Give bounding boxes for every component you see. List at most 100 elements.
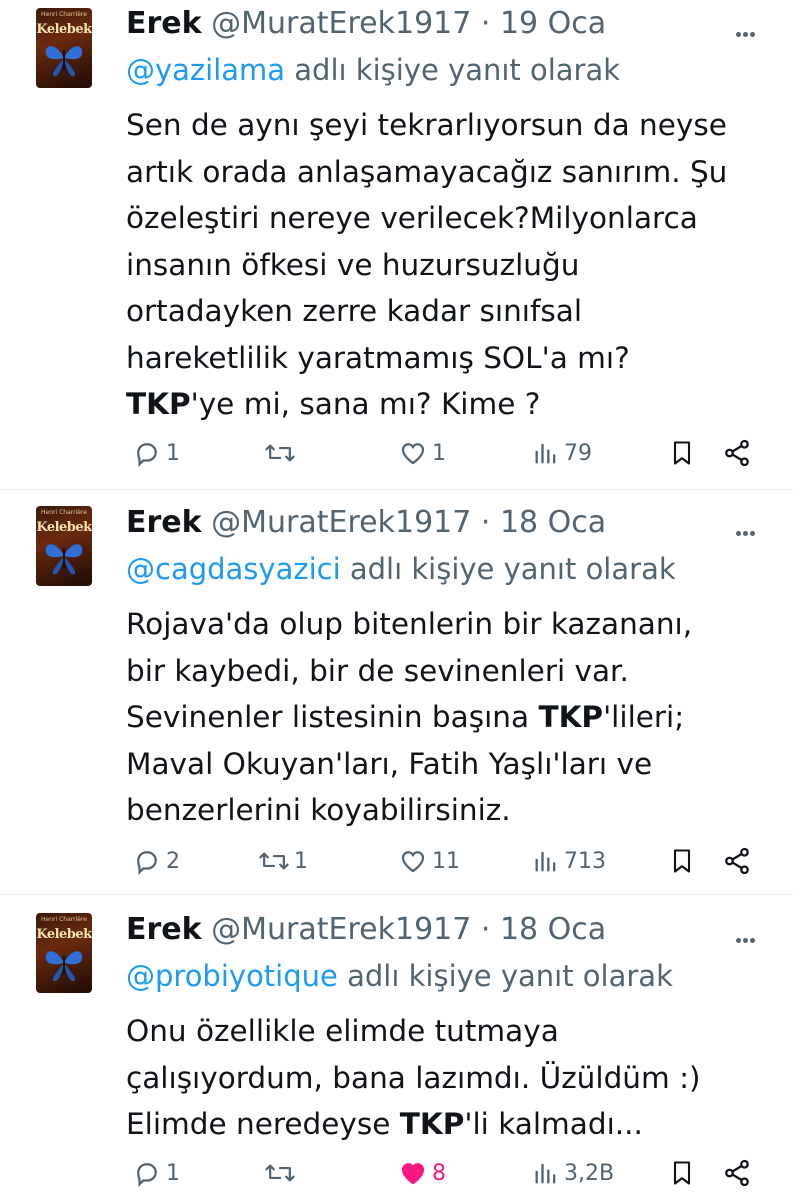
tweet-text-line: insanın öfkesi ve huzursuzluğu (126, 247, 580, 282)
bookmark-icon (673, 441, 691, 465)
tweet-text-line: Onu özellikle elimde tutmaya (126, 1014, 559, 1048)
tweet-text-line: ortadayken zerre kadar sınıfsal (126, 294, 583, 328)
retweet-button[interactable] (264, 1153, 300, 1193)
reply-button[interactable]: 1 (132, 1153, 180, 1193)
author-name[interactable]: Erek (126, 6, 202, 41)
avatar[interactable]: Henri Charrière Kelebek (36, 913, 92, 993)
reply-to-label: adlı kişiye yanıt olarak (340, 552, 676, 586)
views-count: 79 (564, 440, 592, 466)
views-icon (535, 443, 556, 464)
more-icon[interactable] (736, 521, 760, 536)
like-icon (401, 443, 425, 465)
reply-to-label: adlı kişiye yanıt olarak (285, 53, 621, 87)
bookmark-icon (673, 849, 691, 873)
retweet-button[interactable]: 1 (258, 841, 308, 881)
avatar-subtitle: Henri Charrière (41, 916, 87, 923)
bookmark-button[interactable] (668, 1153, 696, 1193)
like-button[interactable]: 1 (398, 433, 446, 473)
tweet[interactable]: Henri Charrière Kelebek Erek @MuratErek1… (0, 894, 793, 1201)
text-segment: 'ye mi, sana mı? Kime ? (190, 387, 541, 421)
reply-button[interactable]: 1 (132, 433, 180, 473)
retweet-icon (259, 852, 289, 870)
tweet-text-line: benzerlerini koyabilirsiniz. (126, 793, 511, 827)
tweet-header: Erek @MuratErek1917 · 18 Oca (126, 503, 606, 543)
views-icon (535, 1163, 556, 1184)
more-icon[interactable] (736, 928, 760, 943)
tweet-actions: 2 1 11 713 (0, 841, 793, 881)
tweet-text-line: Elimde neredeyse TKP'li kalmadı... (126, 1101, 776, 1148)
reply-count: 1 (166, 440, 180, 466)
reply-to-label: adlı kişiye yanıt olarak (337, 959, 673, 993)
avatar-subtitle: Henri Charrière (41, 509, 87, 516)
tweet-text: Rojava'da olup bitenlerin bir kazananı, … (126, 601, 776, 834)
views-count: 3,2B (564, 1160, 615, 1186)
bold-text: TKP (126, 387, 191, 421)
reply-count: 2 (166, 848, 180, 874)
like-count: 11 (432, 848, 460, 874)
tweet-date[interactable]: 18 Oca (500, 912, 606, 947)
tweet-text: Onu özellikle elimde tutmaya çalışıyordu… (126, 1008, 776, 1148)
bookmark-button[interactable] (668, 433, 696, 473)
tweet-header: Erek @MuratErek1917 · 19 Oca (126, 4, 606, 44)
reply-icon (137, 1163, 157, 1187)
tweet-date[interactable]: 19 Oca (500, 6, 606, 41)
reply-to-handle[interactable]: @cagdasyazici (126, 552, 341, 586)
reply-icon (137, 443, 157, 467)
share-button[interactable] (722, 433, 752, 473)
author-handle[interactable]: @MuratErek1917 (211, 912, 471, 947)
avatar-title: Kelebek (36, 22, 92, 37)
tweet-text-line: artık orada anlaşamayacağız sanırım. Şu (126, 154, 728, 189)
tweet-text-line: Rojava'da olup bitenlerin bir kazananı, (126, 607, 693, 641)
reply-to-handle[interactable]: @probiyotique (126, 959, 338, 993)
author-handle[interactable]: @MuratErek1917 (211, 505, 471, 540)
butterfly-icon (45, 544, 83, 575)
reply-button[interactable]: 2 (132, 841, 180, 881)
avatar[interactable]: Henri Charrière Kelebek (36, 506, 92, 586)
author-handle[interactable]: @MuratErek1917 (211, 6, 471, 41)
views-icon (535, 851, 556, 872)
reply-context: @cagdasyazici adlı kişiye yanıt olarak (126, 549, 676, 589)
text-segment: 'lileri; (603, 700, 685, 734)
author-name[interactable]: Erek (126, 505, 202, 540)
tweet-text-line: TKP'ye mi, sana mı? Kime ? (126, 381, 776, 428)
retweet-count: 1 (294, 848, 308, 874)
reply-to-handle[interactable]: @yazilama (126, 53, 285, 87)
avatar[interactable]: Henri Charrière Kelebek (36, 8, 92, 88)
views-button[interactable]: 713 (532, 841, 606, 881)
like-count: 1 (432, 440, 446, 466)
bookmark-icon (673, 1161, 691, 1185)
share-icon (725, 847, 749, 875)
share-icon (725, 1159, 749, 1187)
tweet-actions: 1 1 79 (0, 433, 793, 473)
tweet-text-line: Maval Okuyan'ları, Fatih Yaşlı'ları ve (126, 746, 653, 781)
share-button[interactable] (722, 1153, 752, 1193)
bold-text: TKP (399, 1107, 465, 1141)
bookmark-button[interactable] (668, 841, 696, 881)
author-name[interactable]: Erek (126, 912, 202, 947)
tweet[interactable]: Henri Charrière Kelebek Erek @MuratErek1… (0, 489, 793, 895)
like-button[interactable]: 8 (398, 1153, 446, 1193)
tweet-text-line: Sevinenler listesinin başına TKP'lileri; (126, 694, 776, 741)
views-button[interactable]: 3,2B (532, 1153, 614, 1193)
avatar-title: Kelebek (36, 520, 92, 535)
share-icon (725, 439, 749, 467)
avatar-title: Kelebek (36, 927, 92, 942)
reply-context: @yazilama adlı kişiye yanıt olarak (126, 50, 620, 90)
bold-text: TKP (538, 700, 604, 734)
reply-count: 1 (166, 1160, 180, 1186)
like-count: 8 (432, 1160, 446, 1186)
butterfly-icon (45, 46, 83, 77)
share-button[interactable] (722, 841, 752, 881)
retweet-button[interactable] (264, 433, 300, 473)
text-segment: 'li kalmadı... (464, 1107, 643, 1141)
retweet-icon (265, 1164, 295, 1182)
tweet-date[interactable]: 18 Oca (500, 505, 606, 540)
reply-context: @probiyotique adlı kişiye yanıt olarak (126, 956, 673, 996)
tweet-text: Sen de aynı şeyi tekrarlıyorsun da neyse… (126, 102, 776, 428)
tweet[interactable]: Henri Charrière Kelebek Erek @MuratErek1… (0, 0, 793, 489)
like-button[interactable]: 11 (398, 841, 460, 881)
more-icon[interactable] (736, 22, 760, 37)
tweet-header: Erek @MuratErek1917 · 18 Oca (126, 910, 606, 950)
views-button[interactable]: 79 (532, 433, 592, 473)
separator-dot: · (480, 912, 491, 947)
